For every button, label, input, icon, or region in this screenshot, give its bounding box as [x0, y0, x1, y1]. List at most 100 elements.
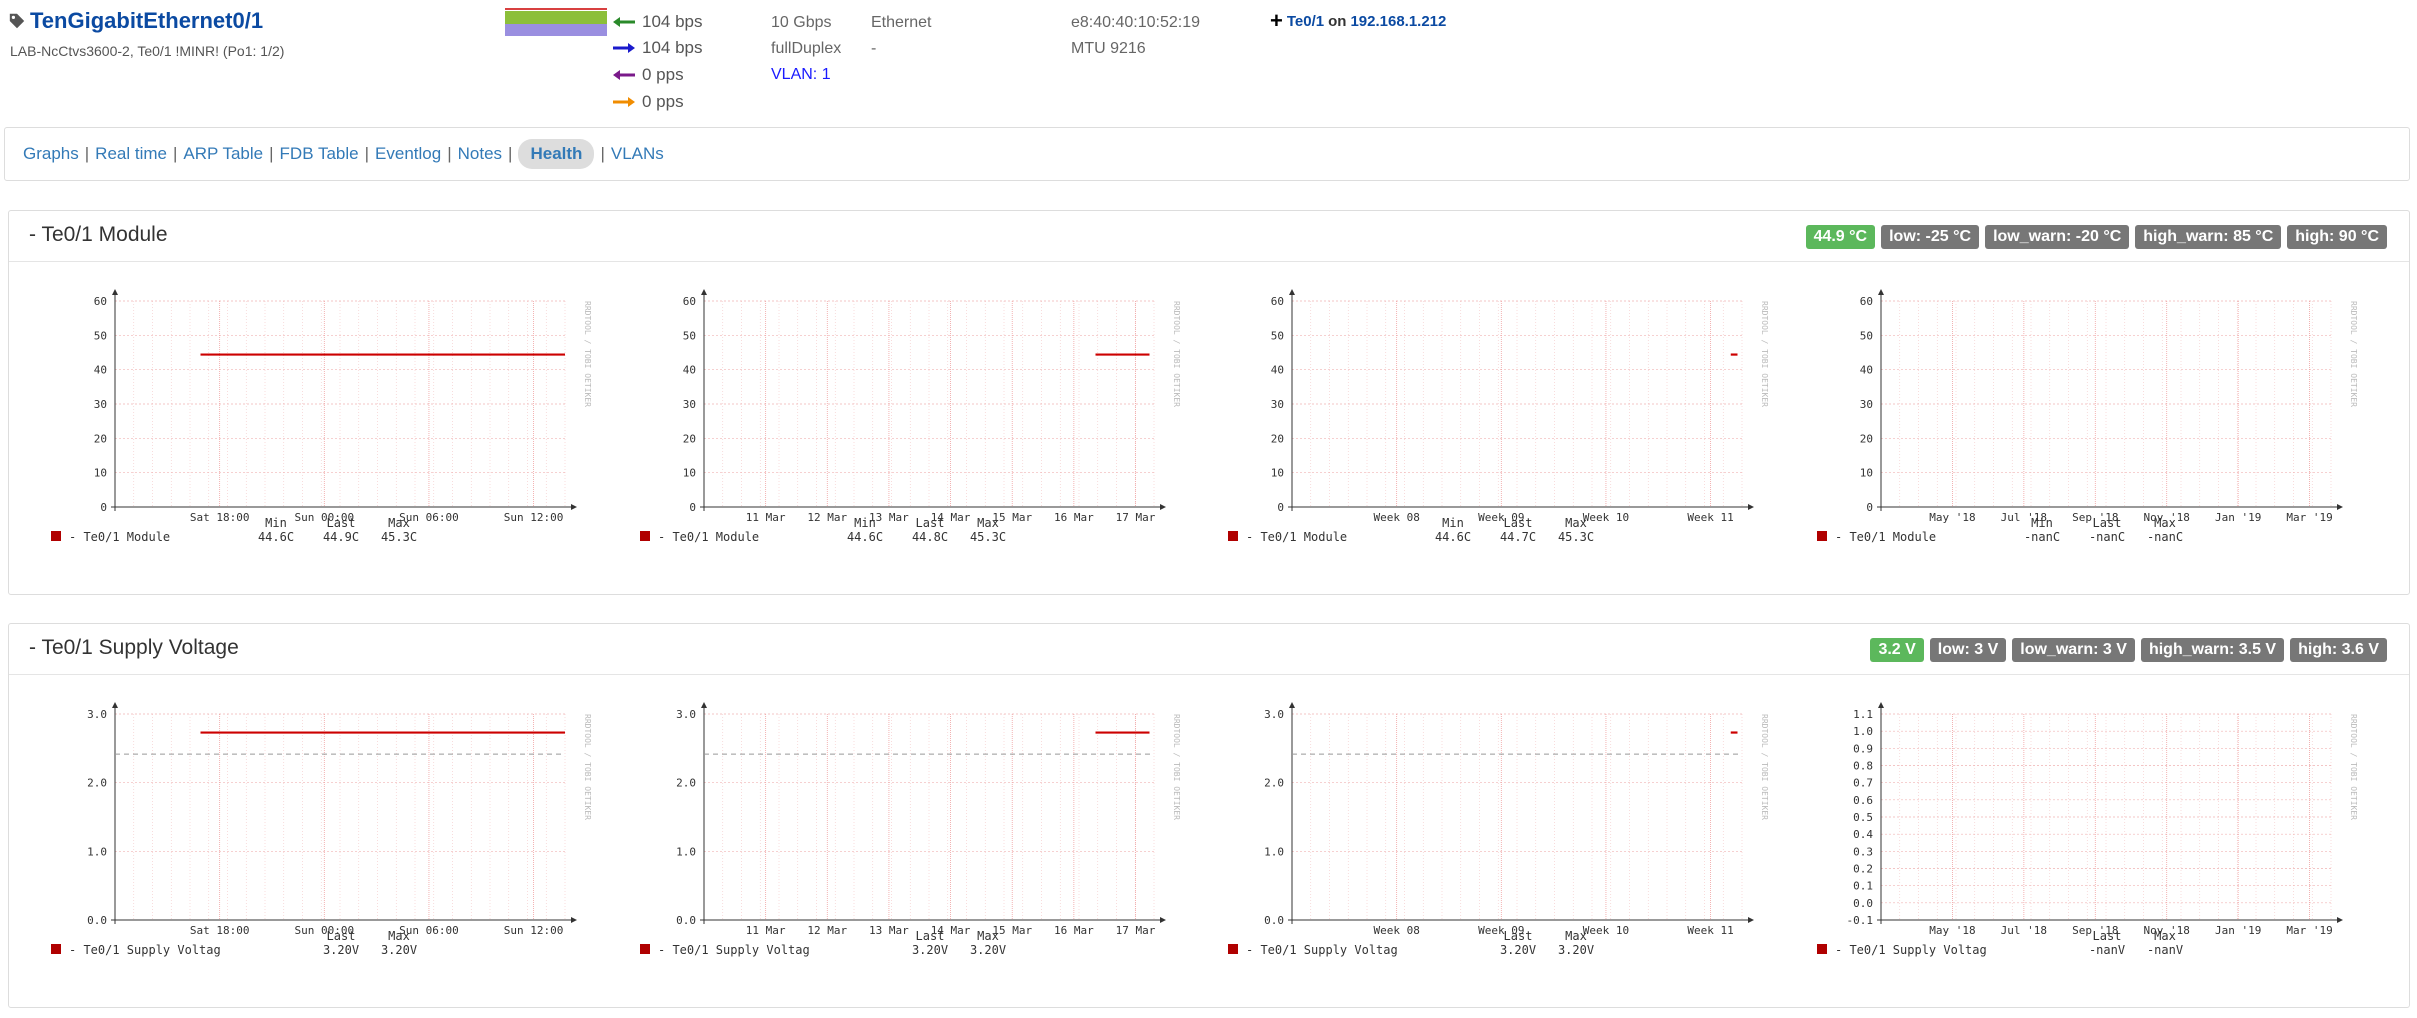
sensor-panel-module: - Te0/1 Module 44.9 °C low: -25 °C low_w… — [8, 210, 2410, 595]
low-warn-badge: low_warn: 3 V — [2012, 638, 2135, 662]
legend-label: - Te0/1 Module — [1246, 530, 1347, 544]
x-tick-label: May '18 — [1929, 511, 1975, 524]
x-axis-arrow — [1160, 504, 1166, 510]
y-tick-label: 2.0 — [87, 777, 107, 790]
legend-label: - Te0/1 Supply Voltag — [1835, 943, 1987, 957]
legend-column-header: Last — [1504, 929, 1533, 943]
legend-label: - Te0/1 Module — [1835, 530, 1936, 544]
legend-swatch — [1228, 531, 1238, 541]
arrow-left-icon — [613, 17, 635, 27]
in-rate: 104 bps — [612, 12, 703, 32]
port-type-detail: - — [871, 40, 877, 57]
y-tick-label: 40 — [683, 364, 696, 377]
x-tick-label: 17 Mar — [1116, 924, 1156, 937]
legend-value: -nanC — [2147, 530, 2183, 544]
tab-fdb-table[interactable]: FDB Table — [280, 144, 359, 164]
y-axis-arrow — [1878, 289, 1884, 295]
legend-column-header: Last — [2093, 516, 2122, 530]
plus-icon: + — [1270, 8, 1283, 33]
y-tick-label: 20 — [94, 432, 107, 445]
nav-separator: | — [447, 144, 452, 163]
threshold-badges: 3.2 V low: 3 V low_warn: 3 V high_warn: … — [1870, 638, 2387, 662]
y-tick-label: 0.0 — [1264, 914, 1284, 927]
x-tick-label: Week 11 — [1687, 924, 1733, 937]
x-tick-label: 12 Mar — [807, 511, 847, 524]
tab-health[interactable]: Health — [518, 139, 595, 169]
y-tick-label: 0.3 — [1853, 845, 1873, 858]
y-tick-label: -0.1 — [1847, 914, 1874, 927]
y-tick-label: 0.0 — [87, 914, 107, 927]
rrdtool-watermark: RRDTOOL / TOBI OETIKER — [2349, 714, 2358, 820]
low-badge: low: -25 °C — [1881, 225, 1980, 249]
x-tick-label: 12 Mar — [807, 924, 847, 937]
y-tick-label: 1.1 — [1853, 708, 1873, 721]
in-rate-value: 104 bps — [642, 12, 703, 31]
x-tick-label: Sat 18:00 — [190, 511, 250, 524]
y-tick-label: 10 — [1860, 467, 1873, 480]
panel-title[interactable]: - Te0/1 Supply Voltage — [29, 636, 239, 660]
y-tick-label: 3.0 — [676, 708, 696, 721]
x-tick-label: 16 Mar — [1054, 924, 1094, 937]
nav-separator: | — [172, 144, 178, 163]
x-tick-label: Jan '19 — [2215, 924, 2261, 937]
neighbour-info: + Te0/1 on 192.168.1.212 — [1270, 8, 1446, 34]
y-tick-label: 1.0 — [676, 845, 696, 858]
y-tick-label: 0.4 — [1853, 828, 1873, 841]
graph-voltage-year[interactable]: 1.1 1.0 0.9 0.8 0.7 0.6 0.5 0.4 0.3 0.2 0.1 0.0 -0.1… — [1817, 684, 2407, 974]
x-axis-arrow — [2337, 504, 2343, 510]
tab-graphs[interactable]: Graphs — [23, 144, 79, 164]
neighbour-ip-link[interactable]: 192.168.1.212 — [1350, 13, 1446, 30]
y-tick-label: 1.0 — [1853, 725, 1873, 738]
legend-label: - Te0/1 Supply Voltag — [69, 943, 221, 957]
legend-swatch — [640, 531, 650, 541]
graph-module-month[interactable]: 6050403020100Week 08 Week 09 Week 10 Week 1… — [1228, 271, 1818, 561]
legend-value: 44.7C — [1500, 530, 1536, 544]
x-tick-label: May '18 — [1929, 924, 1975, 937]
port-name[interactable]: TenGigabitEthernet0/1 — [30, 8, 263, 34]
x-tick-label: Week 10 — [1583, 924, 1629, 937]
x-axis-arrow — [1160, 917, 1166, 923]
legend-value: -nanC — [2089, 530, 2125, 544]
low-warn-badge: low_warn: -20 °C — [1985, 225, 2130, 249]
legend-column-header: Max — [1565, 516, 1587, 530]
current-value-badge: 44.9 °C — [1805, 225, 1876, 249]
x-axis-arrow — [571, 917, 577, 923]
tab-notes[interactable]: Notes — [458, 144, 502, 164]
port-vlan-link[interactable]: VLAN: 1 — [771, 66, 831, 84]
arrow-left-icon — [613, 70, 635, 80]
x-tick-label: 17 Mar — [1116, 511, 1156, 524]
traffic-thumbnail-graph[interactable] — [505, 8, 607, 36]
port-type: Ethernet — [871, 14, 932, 31]
graph-voltage-month[interactable]: 3.02.01.00.0Week 08 Week 09 Week 10 Week 11… — [1228, 684, 1818, 974]
legend-value: 44.8C — [912, 530, 948, 544]
port-title[interactable]: TenGigabitEthernet0/1 — [8, 8, 263, 34]
y-tick-label: 0 — [1277, 501, 1284, 514]
legend-column-header: Last — [2093, 929, 2122, 943]
legend-label: - Te0/1 Supply Voltag — [1246, 943, 1398, 957]
graph-module-day[interactable]: 6050403020100Sat 18:00 Sun 00:00 Sun 06:00… — [51, 271, 641, 561]
tab-arp-table[interactable]: ARP Table — [183, 144, 263, 164]
out-rate-value: 104 bps — [642, 38, 703, 57]
y-tick-label: 30 — [94, 398, 107, 411]
tab-eventlog[interactable]: Eventlog — [375, 144, 441, 164]
tab-vlans[interactable]: VLANs — [611, 144, 664, 164]
y-tick-label: 20 — [1271, 432, 1284, 445]
graph-voltage-day[interactable]: 3.02.01.00.0Sat 18:00 Sun 00:00 Sun 06:00 S… — [51, 684, 641, 974]
neighbour-port-link[interactable]: Te0/1 — [1287, 13, 1324, 30]
tab-real-time[interactable]: Real time — [95, 144, 167, 164]
graph-module-year[interactable]: 6050403020100May '18 Jul '18 Sep '18 Nov '1… — [1817, 271, 2407, 561]
y-tick-label: 60 — [683, 295, 696, 308]
x-tick-label: Week 11 — [1687, 511, 1733, 524]
legend-column-header: Last — [916, 516, 945, 530]
x-axis-arrow — [1748, 504, 1754, 510]
sensor-panel-supply-voltage: - Te0/1 Supply Voltage 3.2 V low: 3 V lo… — [8, 623, 2410, 1008]
y-tick-label: 30 — [1271, 398, 1284, 411]
x-axis-arrow — [1748, 917, 1754, 923]
y-tick-label: 40 — [94, 364, 107, 377]
graph-module-week[interactable]: 605040302010011 Mar 12 Mar 13 Mar 14 Mar 15 … — [640, 271, 1230, 561]
graph-voltage-week[interactable]: 3.02.01.00.011 Mar 12 Mar 13 Mar 14 Mar 15 M… — [640, 684, 1230, 974]
rrdtool-watermark: RRDTOOL / TOBI OETIKER — [2349, 301, 2358, 407]
y-tick-label: 0.5 — [1853, 811, 1873, 824]
panel-title[interactable]: - Te0/1 Module — [29, 223, 168, 247]
legend-value: -nanC — [2024, 530, 2060, 544]
